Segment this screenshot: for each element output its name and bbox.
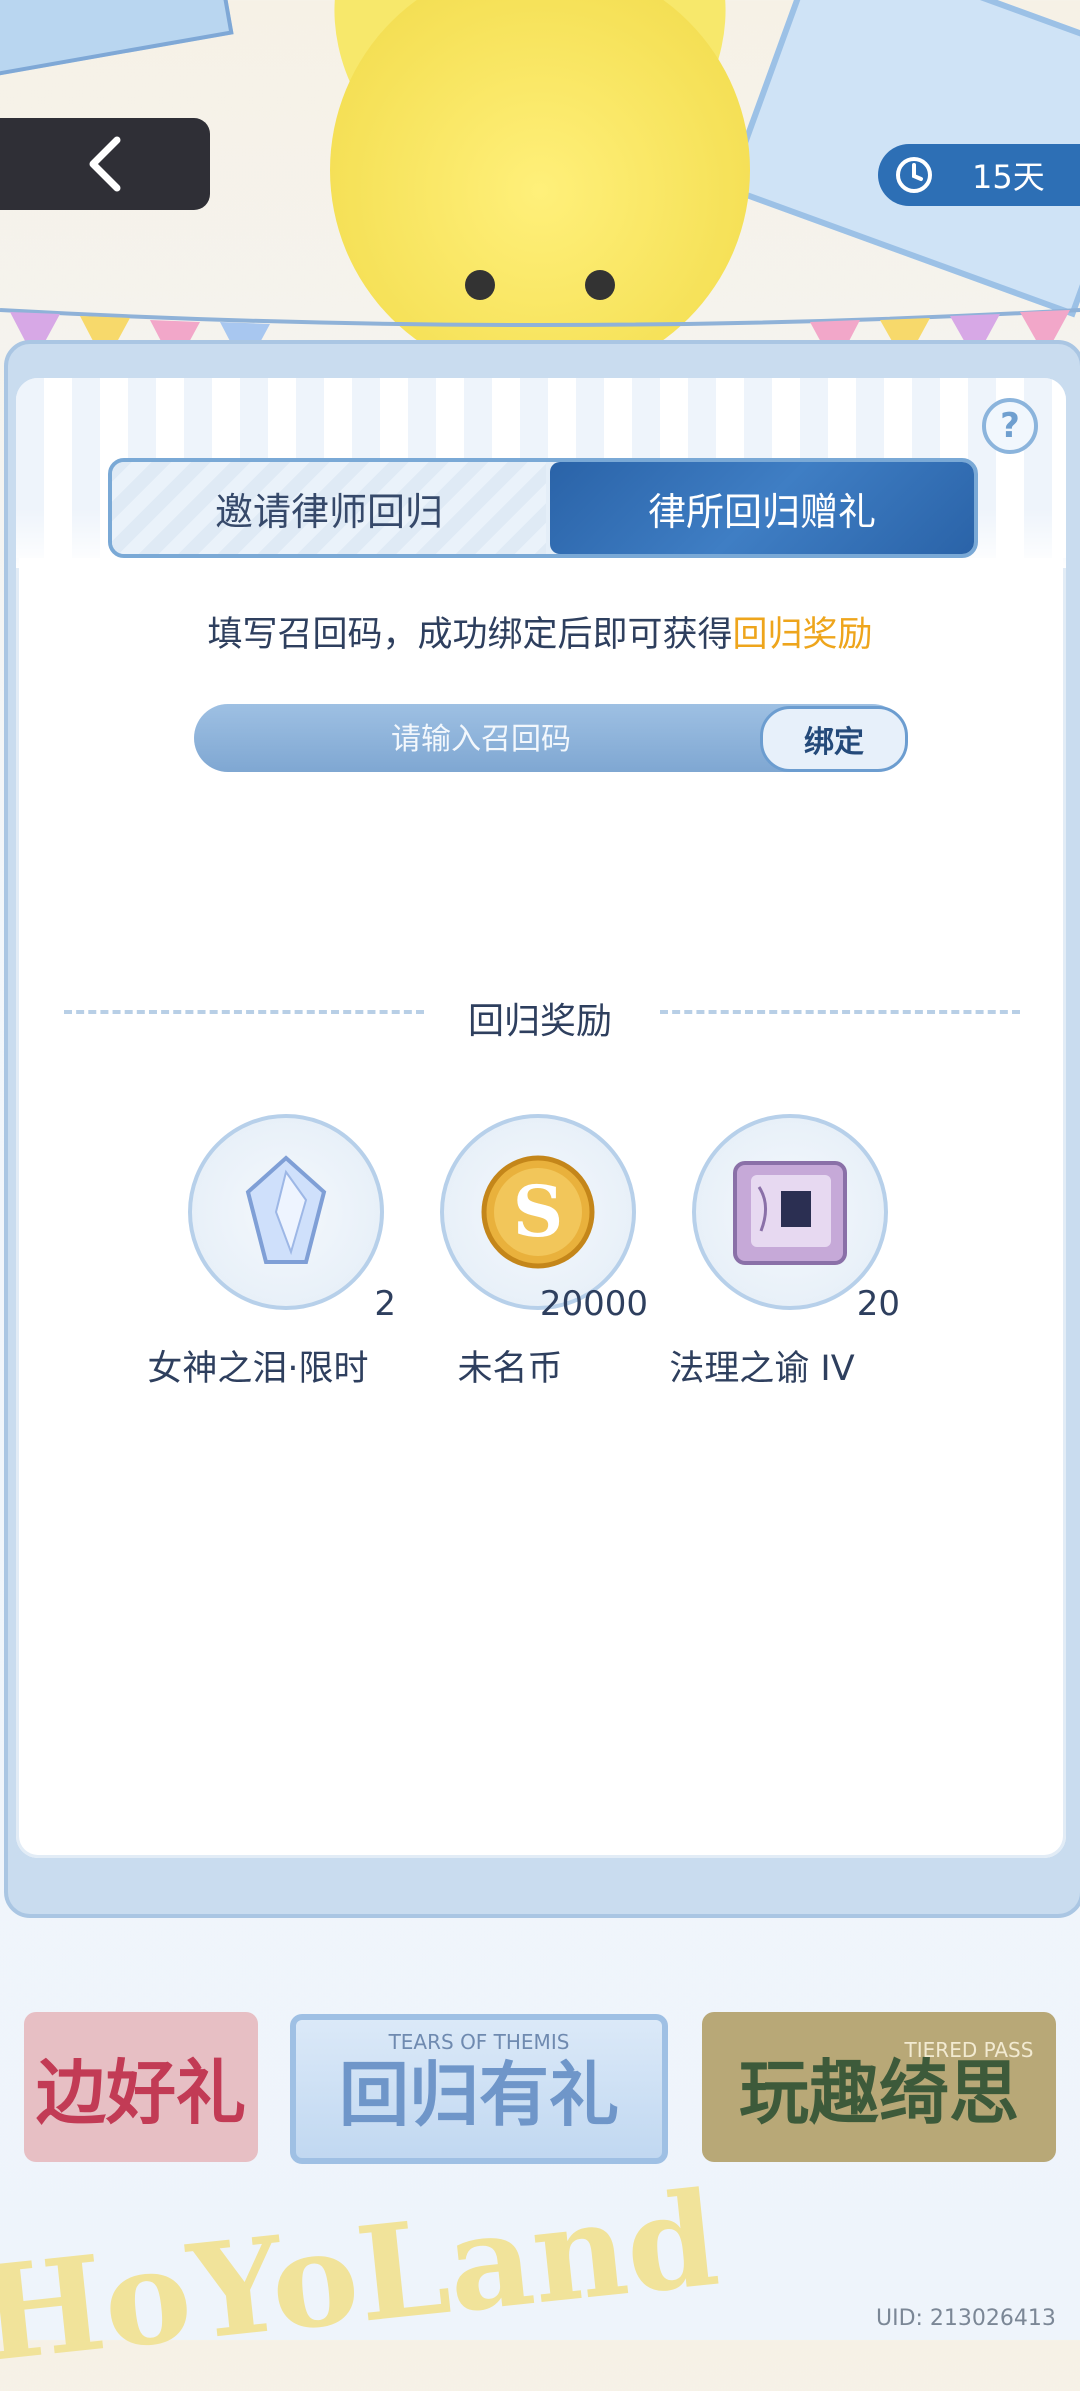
svg-text:S: S (513, 1170, 564, 1253)
reward-quantity: 2 (374, 1284, 396, 1324)
banner-gift[interactable]: 边好礼 (24, 2012, 258, 2162)
question-mark-icon: ? (1000, 406, 1020, 446)
chevron-left-icon (89, 136, 121, 192)
tab-bar: 邀请律师回归 律所回归赠礼 (108, 458, 978, 558)
law-book-icon (733, 1161, 847, 1265)
remaining-time-text: 15天 (972, 158, 1045, 196)
tear-crystal-icon (245, 1155, 327, 1264)
instruction-highlight: 回归奖励 (732, 615, 873, 655)
tab-invite-lawyer[interactable]: 邀请律师回归 (112, 462, 546, 554)
reward-name: 法理之谕 IV (669, 1349, 855, 1389)
reward-quantity: 20000 (539, 1284, 648, 1324)
background-card (0, 0, 234, 81)
reward-quantity: 20 (856, 1284, 900, 1324)
instruction-text: 填写召回码，成功绑定后即可获得回归奖励 (207, 615, 873, 655)
bind-button[interactable]: 绑定 (760, 706, 908, 772)
back-button[interactable] (0, 118, 210, 210)
help-button[interactable]: ? (982, 398, 1038, 454)
rewards-section-title: 回归奖励 (467, 1001, 612, 1042)
coin-icon: S (481, 1155, 595, 1269)
banner-tiered-pass[interactable]: TIERED PASS 玩趣绮思 (702, 2012, 1056, 2162)
hoyoland-watermark: HoYoLand (0, 2161, 725, 2391)
uid-text: UID: 213026413 (876, 2306, 1056, 2331)
recall-code-form: 绑定 (194, 704, 908, 774)
recall-code-input[interactable] (194, 704, 768, 774)
banner-return-gift[interactable]: TEARS OF THEMIS 回归有礼 (290, 2014, 668, 2164)
remaining-time-badge: 15天 (878, 144, 1080, 206)
clock-icon (896, 157, 932, 193)
tab-return-gift[interactable]: 律所回归赠礼 (550, 462, 974, 554)
